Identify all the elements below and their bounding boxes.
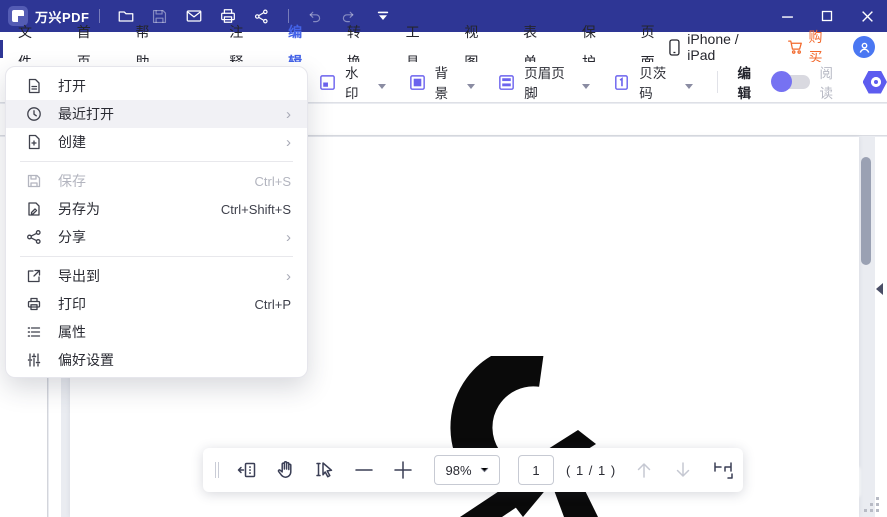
edit-mode-label: 编辑 bbox=[737, 62, 762, 102]
submenu-chevron-icon: › bbox=[286, 135, 291, 150]
header-footer-button[interactable]: 页眉页脚 bbox=[497, 62, 590, 102]
menu-item-open[interactable]: 打开 bbox=[6, 72, 307, 100]
faint-watermark bbox=[795, 465, 861, 499]
watermark-icon bbox=[318, 73, 337, 92]
resize-grip[interactable] bbox=[862, 495, 882, 515]
phone-icon bbox=[668, 39, 681, 56]
menu-item-label: 保存 bbox=[58, 171, 86, 191]
menu-item-preferences[interactable]: 偏好设置 bbox=[6, 346, 307, 374]
fit-width-icon[interactable] bbox=[711, 458, 735, 482]
account-avatar[interactable] bbox=[853, 36, 875, 58]
background-icon bbox=[408, 73, 427, 92]
person-icon bbox=[858, 41, 871, 54]
menu-item-export[interactable]: 导出到 › bbox=[6, 262, 307, 290]
collapse-right-panel-icon[interactable] bbox=[876, 283, 883, 295]
export-icon bbox=[26, 268, 43, 284]
zoom-level-select[interactable]: 98% bbox=[434, 455, 500, 485]
toggle-panel-icon[interactable] bbox=[236, 459, 258, 481]
menu-item-save-as[interactable]: 另存为 Ctrl+Shift+S bbox=[6, 195, 307, 223]
document-icon bbox=[26, 78, 43, 94]
menu-item-label: 分享 bbox=[58, 227, 86, 247]
printer-icon bbox=[26, 296, 43, 312]
new-document-icon bbox=[26, 134, 43, 150]
edit-read-toggle[interactable] bbox=[773, 75, 810, 89]
iphone-ipad-label: iPhone / iPad bbox=[687, 31, 769, 63]
bates-number-icon bbox=[612, 73, 631, 92]
menu-item-save: 保存 Ctrl+S bbox=[6, 167, 307, 195]
header-footer-label: 页眉页脚 bbox=[524, 62, 572, 102]
menu-divider bbox=[20, 161, 293, 162]
bates-number-label: 贝茨码 bbox=[639, 62, 674, 102]
submenu-chevron-icon: › bbox=[286, 230, 291, 245]
background-label: 背景 bbox=[435, 62, 458, 102]
properties-icon bbox=[26, 324, 43, 340]
window-edge-nub bbox=[0, 40, 3, 58]
menu-item-label: 属性 bbox=[58, 322, 86, 342]
drag-handle[interactable] bbox=[215, 462, 219, 478]
menu-item-label: 导出到 bbox=[58, 266, 100, 286]
preferences-icon bbox=[26, 352, 43, 368]
clock-icon bbox=[26, 106, 43, 122]
menu-item-share[interactable]: 分享 › bbox=[6, 223, 307, 251]
menu-divider bbox=[20, 256, 293, 257]
chevron-down-icon[interactable] bbox=[378, 84, 386, 89]
select-tool-icon[interactable] bbox=[314, 459, 336, 481]
hexagon-badge-icon[interactable] bbox=[863, 71, 887, 94]
submenu-chevron-icon: › bbox=[286, 269, 291, 284]
chevron-down-icon[interactable] bbox=[467, 84, 475, 89]
next-page-icon[interactable] bbox=[672, 459, 694, 481]
mail-icon[interactable] bbox=[177, 4, 211, 28]
viewer-toolbar: 98% ( 1 / 1 ) bbox=[203, 448, 743, 492]
right-panel-strip bbox=[875, 137, 887, 517]
buy-button[interactable]: 购买 bbox=[787, 27, 837, 67]
menu-item-label: 另存为 bbox=[58, 199, 100, 219]
document-logo-glyph bbox=[430, 356, 660, 517]
zoom-out-icon[interactable] bbox=[353, 459, 375, 481]
menu-shortcut: Ctrl+Shift+S bbox=[221, 202, 291, 217]
menu-item-create[interactable]: 创建 › bbox=[6, 128, 307, 156]
chevron-down-icon[interactable] bbox=[582, 84, 590, 89]
page-count-label: ( 1 / 1 ) bbox=[566, 463, 616, 478]
chevron-down-icon[interactable] bbox=[685, 84, 693, 89]
menu-shortcut: Ctrl+P bbox=[255, 297, 291, 312]
divider bbox=[717, 71, 718, 93]
menu-item-label: 打开 bbox=[58, 76, 86, 96]
buy-label: 购买 bbox=[809, 27, 837, 67]
menu-item-label: 偏好设置 bbox=[58, 350, 114, 370]
chevron-down-icon bbox=[480, 467, 489, 473]
hand-tool-icon[interactable] bbox=[275, 459, 297, 481]
menu-item-label: 打印 bbox=[58, 294, 86, 314]
background-button[interactable]: 背景 bbox=[408, 62, 476, 102]
menu-item-print[interactable]: 打印 Ctrl+P bbox=[6, 290, 307, 318]
menu-item-label: 最近打开 bbox=[58, 104, 114, 124]
menu-item-properties[interactable]: 属性 bbox=[6, 318, 307, 346]
menubar: 文件 首页 帮助 注释 编辑 转换 工具 视图 表单 保护 页面 iPhone … bbox=[0, 32, 887, 62]
watermark-label: 水印 bbox=[345, 62, 368, 102]
zoom-in-icon[interactable] bbox=[392, 459, 414, 481]
previous-page-icon[interactable] bbox=[633, 459, 655, 481]
iphone-ipad-link[interactable]: iPhone / iPad bbox=[668, 31, 769, 63]
read-mode-label: 阅读 bbox=[820, 62, 845, 102]
menu-shortcut: Ctrl+S bbox=[255, 174, 291, 189]
watermark-button[interactable]: 水印 bbox=[318, 62, 386, 102]
vertical-scrollbar[interactable] bbox=[861, 157, 871, 265]
cart-icon bbox=[787, 39, 804, 55]
bates-number-button[interactable]: 贝茨码 bbox=[612, 62, 692, 102]
toggle-knob[interactable] bbox=[771, 71, 792, 92]
page-number-input[interactable] bbox=[518, 455, 554, 485]
save-disk-icon bbox=[26, 173, 43, 189]
save-as-icon bbox=[26, 201, 43, 217]
menu-item-recent[interactable]: 最近打开 › bbox=[6, 100, 307, 128]
zoom-level-value: 98% bbox=[445, 463, 471, 478]
menu-item-label: 创建 bbox=[58, 132, 86, 152]
file-menu-dropdown: 打开 最近打开 › 创建 › 保存 Ctrl+S 另存为 Ctrl+Shift+… bbox=[5, 66, 308, 378]
mode-switch-group: 编辑 阅读 bbox=[737, 62, 844, 102]
share-nodes-icon bbox=[26, 229, 43, 245]
header-footer-icon bbox=[497, 73, 516, 92]
submenu-chevron-icon: › bbox=[286, 107, 291, 122]
